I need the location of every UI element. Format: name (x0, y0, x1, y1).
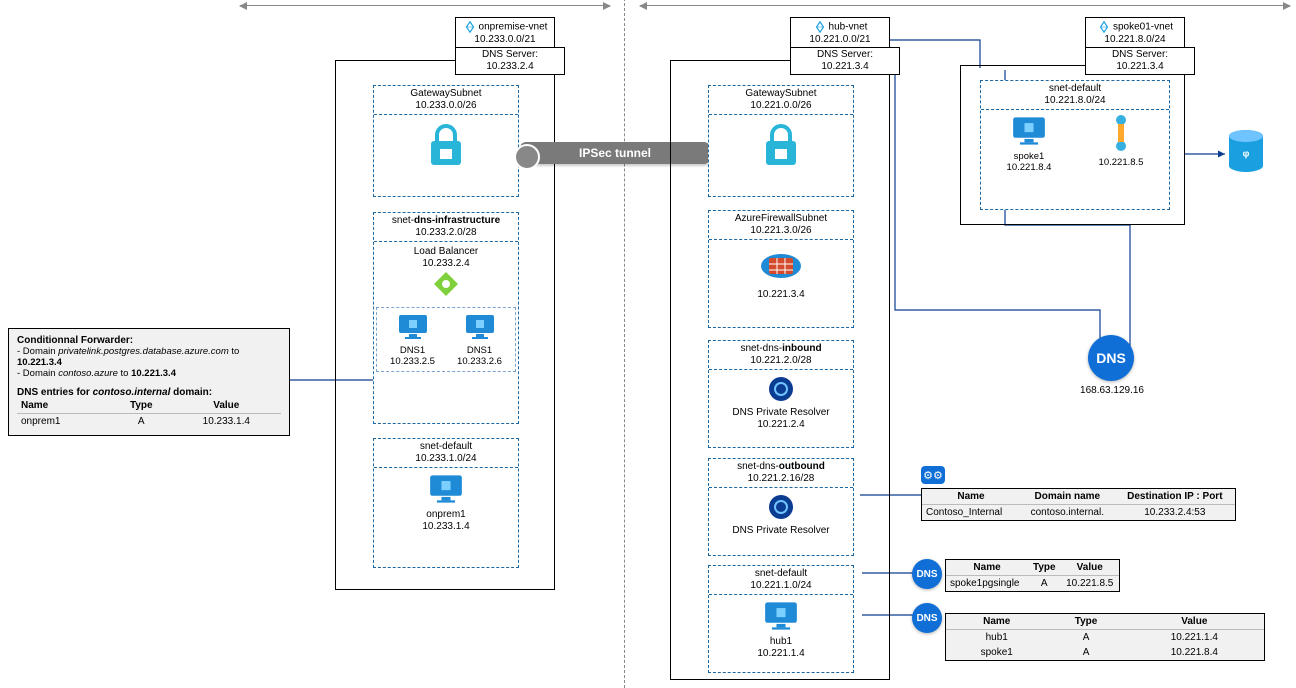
subnet-header: GatewaySubnet 10.233.0.0/26 (374, 86, 518, 115)
vm-icon (463, 334, 497, 345)
lb-ip: 10.233.2.4 (376, 258, 516, 270)
dns2-name: DNS1 (457, 345, 502, 356)
spoke-default-subnet: snet-default10.221.8.0/24 spoke1 10.221.… (980, 80, 1170, 210)
onprem-note: Conditionnal Forwarder: - Domain private… (8, 328, 290, 436)
hub-gateway-subnet: GatewaySubnet10.221.0.0/26 (708, 85, 854, 197)
spoke-dns-header: DNS Server: 10.221.3.4 (1085, 47, 1195, 75)
pg-zone-table: NameTypeValue spoke1pgsingleA10.221.8.5 (945, 559, 1120, 592)
svg-text:ᵠ: ᵠ (1243, 147, 1250, 163)
subnet-name: GatewaySubnet (709, 88, 853, 100)
postgres-icon: ᵠ (1225, 128, 1267, 181)
onprem-vnet-name: onpremise-vnet (479, 22, 548, 33)
onprem-width-arrow (240, 5, 610, 6)
dns-zone-badge-icon: DNS (912, 603, 942, 633)
spoke-vnet-header: spoke01-vnet 10.221.8.0/24 (1085, 17, 1185, 49)
vnet-icon (463, 20, 477, 34)
dns1-name: DNS1 (390, 345, 435, 356)
hub-vnet-dns: DNS Server: 10.221.3.4 (817, 49, 873, 72)
onprem-vnet-dns: DNS Server: 10.233.2.4 (482, 49, 538, 72)
subnet-name-prefix: snet- (392, 215, 414, 226)
subnet-cidr: 10.221.3.0/26 (709, 225, 853, 237)
diagram-canvas: onpremise-vnet 10.233.0.0/21 DNS Server:… (0, 0, 1296, 685)
azure-width-arrow (640, 5, 1290, 6)
subnet-cidr: 10.233.2.0/28 (374, 227, 518, 239)
ruleset-icon: ⚙⚙ (921, 466, 945, 484)
subnet-name-bold: dns-infrastructure (414, 215, 500, 226)
onprem-default-subnet: snet-default 10.233.1.0/24 onprem1 10.23… (373, 438, 519, 568)
firewall-icon (759, 272, 803, 283)
vm-ip: 10.233.1.4 (376, 521, 516, 533)
vm-name: onprem1 (376, 509, 516, 521)
hub-firewall-subnet: AzureFirewallSubnet10.221.3.0/26 10.221.… (708, 210, 854, 328)
hub-default-subnet: snet-default10.221.1.0/24 hub1 10.221.1.… (708, 565, 854, 673)
azure-dns-icon: DNS (1088, 335, 1134, 381)
vpn-gateway-icon (423, 163, 469, 174)
subnet-cidr: 10.233.1.0/24 (374, 453, 518, 465)
vnet-icon (813, 20, 827, 34)
dns-zone-badge-icon: DNS (912, 559, 942, 589)
onprem-vnet-cidr: 10.233.0.0/21 (474, 34, 535, 45)
subnet-name: AzureFirewallSubnet (709, 213, 853, 225)
onprem-dns-table: NameTypeValue onprem1A10.233.1.4 (17, 398, 281, 429)
hub-dns-header: DNS Server: 10.221.3.4 (790, 47, 900, 75)
onprem-gateway-subnet: GatewaySubnet 10.233.0.0/26 (373, 85, 519, 197)
dns2-ip: 10.233.2.6 (457, 356, 502, 367)
vnet-icon (1097, 20, 1111, 34)
subnet-header: snet-default 10.233.1.0/24 (374, 439, 518, 468)
vm-icon (426, 498, 466, 509)
onprem-vnet-header: onpremise-vnet 10.233.0.0/21 (455, 17, 555, 49)
hub-dns-inbound-subnet: snet-dns-inbound10.221.2.0/28 DNS Privat… (708, 340, 854, 448)
hub-dns-outbound-subnet: snet-dns-outbound10.221.2.16/28 DNS Priv… (708, 458, 854, 556)
vm-icon (1009, 140, 1049, 151)
subnet-cidr: 10.221.0.0/26 (709, 100, 853, 112)
onprem-dns-infra-subnet: snet-dns-infrastructure 10.233.2.0/28 Lo… (373, 212, 519, 424)
subnet-cidr: 10.233.0.0/26 (374, 100, 518, 112)
subnet-header: snet-dns-infrastructure 10.233.2.0/28 (374, 213, 518, 242)
hub-vnet-cidr: 10.221.0.0/21 (809, 34, 870, 45)
subnet-name: GatewaySubnet (374, 88, 518, 100)
note-title: Conditionnal Forwarder: (17, 335, 281, 346)
vm-icon (761, 625, 801, 636)
onprem-dns-header: DNS Server: 10.233.2.4 (455, 47, 565, 75)
contoso-azure-zone-table: NameTypeValue hub1A10.221.1.4 spoke1A10.… (945, 613, 1265, 661)
dns-resolver-icon (766, 396, 796, 407)
vm-icon (396, 334, 430, 345)
fw-ip: 10.221.3.4 (711, 289, 851, 301)
load-balancer-icon (376, 270, 516, 301)
subnet-name: snet-default (374, 441, 518, 453)
private-endpoint-icon (1105, 146, 1137, 157)
forwarding-rule-table: NameDomain nameDestination IP : Port Con… (921, 488, 1236, 521)
hub-vnet-header: hub-vnet 10.221.0.0/21 (790, 17, 890, 49)
dns1-ip: 10.233.2.5 (390, 356, 435, 367)
lb-name: Load Balancer (376, 246, 516, 258)
azure-dns-ip: 168.63.129.16 (1072, 385, 1152, 397)
dns-resolver-icon (766, 514, 796, 525)
boundary-divider (624, 0, 625, 688)
vpn-gateway-icon (758, 163, 804, 174)
hub-vnet-name: hub-vnet (829, 22, 868, 33)
